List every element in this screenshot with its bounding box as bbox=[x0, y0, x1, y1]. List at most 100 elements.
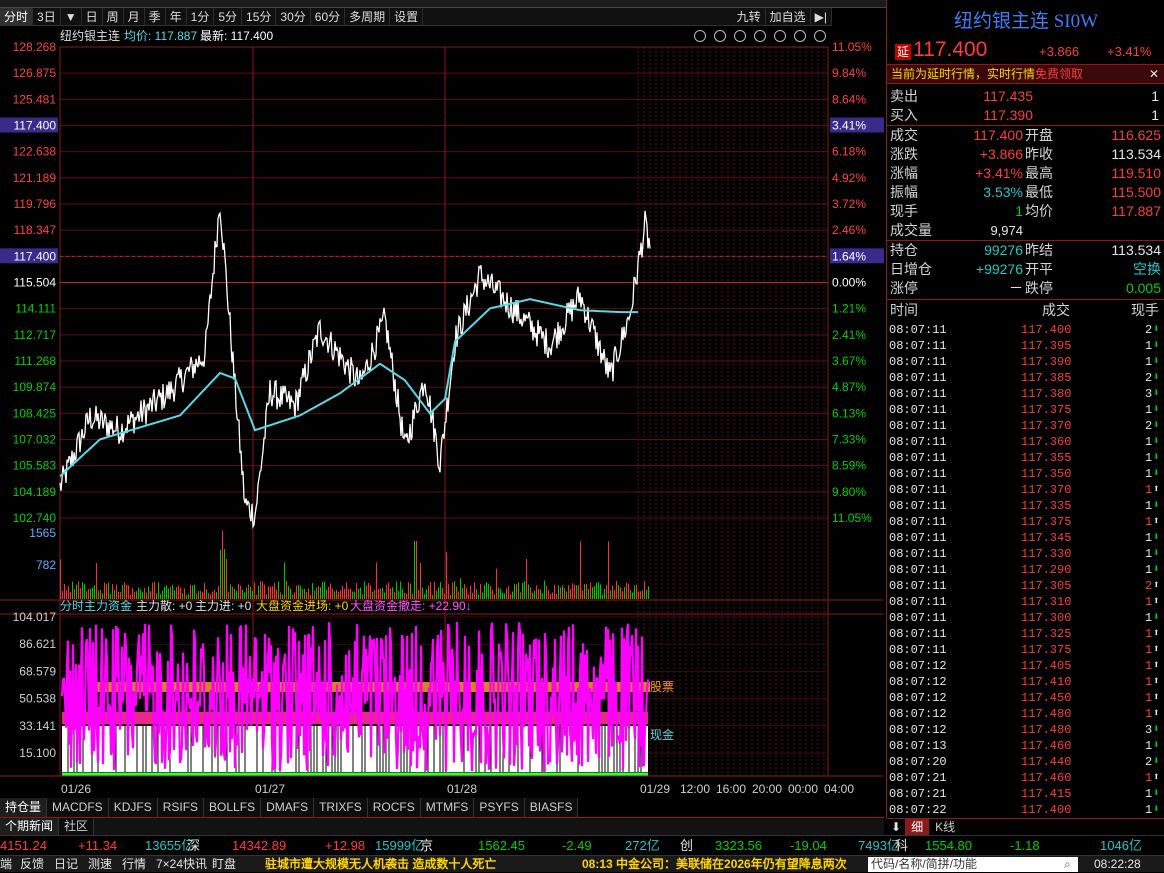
news-ticker-2[interactable]: 08:13 中金公司：美联储在2026年仍有望降息两次 bbox=[582, 856, 864, 873]
volume-bar bbox=[512, 591, 513, 599]
volume-bar bbox=[298, 584, 299, 599]
tick-qty: 1 bbox=[1145, 355, 1153, 369]
indicator-tab[interactable]: TRIXFS bbox=[314, 798, 368, 817]
news-tab[interactable]: 个期新闻 bbox=[0, 818, 60, 835]
volume-bar bbox=[470, 585, 471, 599]
index-value[interactable]: 1562.45 bbox=[478, 836, 525, 856]
indicator-tab[interactable]: ROCFS bbox=[367, 798, 421, 817]
volume-bar bbox=[324, 581, 325, 599]
tick-time: 08:07:11 bbox=[889, 467, 947, 481]
toolbar-right-1[interactable]: 加自选 bbox=[766, 8, 811, 26]
index-name: 京 bbox=[420, 838, 434, 853]
volume-bar bbox=[426, 589, 427, 599]
indicator-tab[interactable]: 持仓量 bbox=[0, 798, 48, 817]
indicator-tab[interactable]: DMAFS bbox=[261, 798, 315, 817]
free-claim-link[interactable]: 免费领取 bbox=[1035, 67, 1083, 81]
volume-bar bbox=[108, 582, 109, 599]
volume-bar bbox=[602, 594, 603, 599]
period-1[interactable]: 3日 bbox=[33, 7, 61, 26]
status-item[interactable]: 端 bbox=[0, 856, 12, 873]
status-item[interactable]: 日记 bbox=[54, 856, 78, 873]
indicator-tab[interactable]: MTMFS bbox=[420, 798, 475, 817]
volume-bar bbox=[142, 591, 143, 599]
volume-bar bbox=[358, 588, 359, 599]
intraday-chart[interactable]: 股票现金 128.268 126.875 125.481 117.400 122.638… bbox=[0, 26, 884, 798]
toolbar-right-2[interactable]: ▶| bbox=[811, 8, 832, 26]
period-10[interactable]: 15分 bbox=[242, 7, 277, 26]
tick-price: 117.385 bbox=[1021, 371, 1072, 385]
index-value[interactable]: 14342.89 bbox=[232, 836, 286, 856]
tick-qty: 1 bbox=[1145, 403, 1153, 417]
news-tab[interactable]: 社区 bbox=[59, 818, 95, 835]
close-icon[interactable]: ✕ bbox=[1149, 65, 1159, 83]
volume-bar bbox=[64, 584, 65, 599]
period-5[interactable]: 月 bbox=[124, 7, 145, 26]
tab-kline[interactable]: K线 bbox=[929, 819, 961, 835]
tick-price: 117.355 bbox=[1021, 451, 1072, 465]
tick-price: 117.460 bbox=[1021, 739, 1072, 753]
status-item[interactable]: 7×24快讯 bbox=[156, 856, 207, 873]
volume-bar bbox=[212, 591, 213, 599]
time-label: 20:00 bbox=[752, 782, 782, 796]
indicator-tab[interactable]: MACDFS bbox=[47, 798, 109, 817]
volume-bar bbox=[642, 590, 643, 599]
quote-label: 现手 bbox=[890, 203, 918, 219]
tick-price: 117.380 bbox=[1021, 387, 1072, 401]
search-icon[interactable]: ⌕ bbox=[1064, 856, 1071, 873]
tab-detail[interactable]: 细 bbox=[905, 819, 930, 835]
news-ticker-1[interactable]: 驻城市遭大规模无人机袭击 造成数十人死亡 bbox=[265, 856, 496, 873]
period-12[interactable]: 60分 bbox=[311, 7, 346, 26]
indicator-tab[interactable]: KDJFS bbox=[108, 798, 158, 817]
indicator-tab[interactable]: PSYFS bbox=[474, 798, 525, 817]
period-4[interactable]: 周 bbox=[103, 7, 124, 26]
index-value[interactable]: 3323.56 bbox=[715, 836, 762, 856]
status-item[interactable]: 行情 bbox=[122, 856, 146, 873]
volume-bar bbox=[202, 592, 203, 599]
quote-value: +3.866 bbox=[979, 146, 1023, 162]
pct-tick: 9.84% bbox=[832, 66, 866, 80]
tick-row: 08:07:21 117.415 1 ⬇ bbox=[887, 786, 1164, 802]
arrow-down-icon: ⬇ bbox=[1153, 388, 1160, 400]
period-3[interactable]: 日 bbox=[82, 7, 103, 26]
indicator-tab[interactable]: BIASFS bbox=[524, 798, 579, 817]
volume-bar bbox=[106, 584, 107, 599]
volume-bar bbox=[576, 585, 577, 599]
period-7[interactable]: 年 bbox=[166, 7, 187, 26]
status-item[interactable]: 反馈 bbox=[20, 856, 44, 873]
volume-bar bbox=[596, 582, 597, 599]
index-value[interactable]: 1554.80 bbox=[925, 836, 972, 856]
indicator-tab[interactable]: RSIFS bbox=[157, 798, 205, 817]
tick-qty: 3 bbox=[1145, 723, 1153, 737]
pct-tick: 8.64% bbox=[832, 92, 866, 106]
period-2[interactable]: ▼ bbox=[61, 7, 82, 26]
volume-bar bbox=[480, 584, 481, 599]
tick-qty: 1 bbox=[1145, 771, 1153, 785]
search-input[interactable]: 代码/名称/简拼/功能 bbox=[868, 857, 1078, 872]
volume-bar bbox=[364, 581, 365, 599]
index-value[interactable]: 4151.24 bbox=[0, 836, 47, 856]
period-13[interactable]: 多周期 bbox=[345, 7, 391, 26]
volume-bar bbox=[178, 585, 179, 599]
quote-label: 振幅 bbox=[890, 184, 918, 200]
tick-time: 08:07:21 bbox=[889, 787, 947, 801]
status-item[interactable]: 盯盘 bbox=[212, 856, 236, 873]
period-0[interactable]: 分时 bbox=[0, 7, 34, 26]
volume-bar bbox=[312, 583, 313, 599]
download-icon[interactable]: ⬇ bbox=[887, 819, 905, 835]
tick-qty: 1 bbox=[1145, 675, 1153, 689]
volume-bar bbox=[80, 588, 81, 599]
volume-bar bbox=[392, 587, 393, 599]
period-8[interactable]: 1分 bbox=[187, 7, 215, 26]
volume-bar bbox=[352, 591, 353, 599]
status-item[interactable]: 测速 bbox=[88, 856, 112, 873]
period-9[interactable]: 5分 bbox=[214, 7, 243, 26]
tick-qty: 1 bbox=[1145, 435, 1153, 449]
fund-title: 分时主力资金 bbox=[60, 598, 132, 613]
period-11[interactable]: 30分 bbox=[276, 7, 311, 26]
toolbar-right-0[interactable]: 九转 bbox=[733, 8, 766, 26]
period-6[interactable]: 季 bbox=[145, 7, 166, 26]
period-14[interactable]: 设置 bbox=[390, 7, 424, 26]
volume-bar bbox=[354, 591, 355, 599]
indicator-tab[interactable]: BOLLFS bbox=[204, 798, 262, 817]
arrow-down-icon: ⬇ bbox=[1153, 804, 1160, 816]
